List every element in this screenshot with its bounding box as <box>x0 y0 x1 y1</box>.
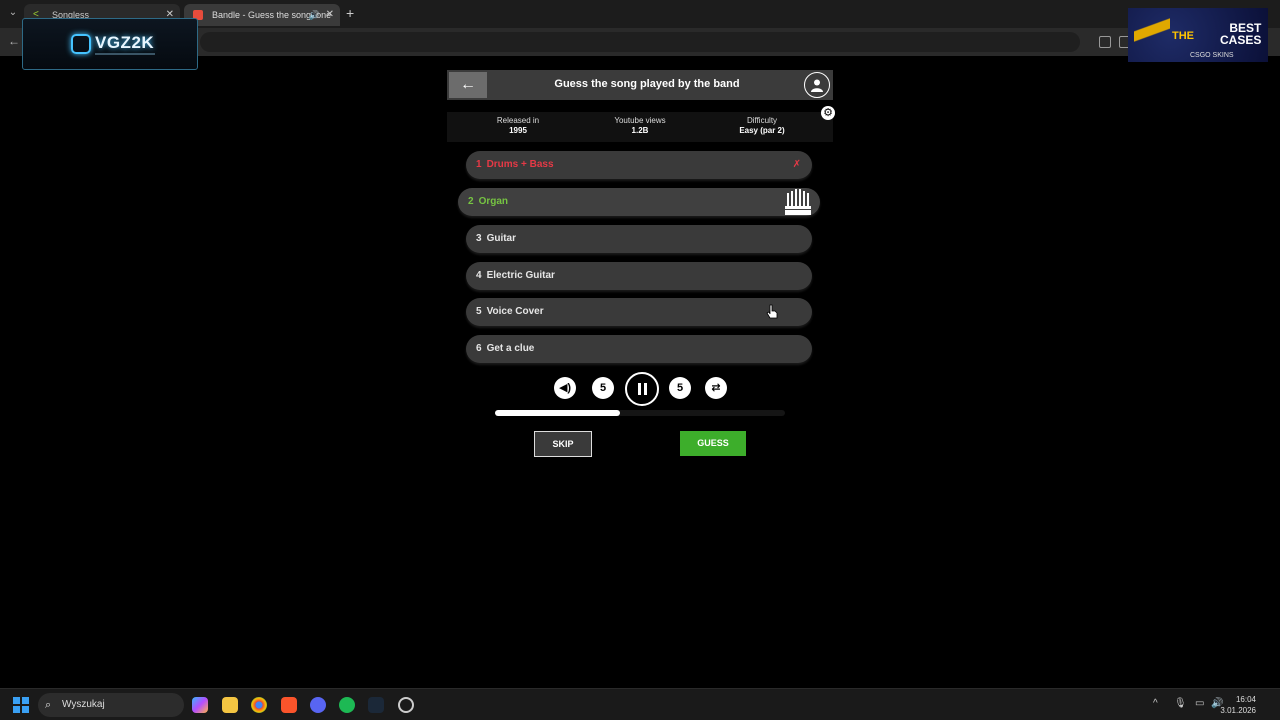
sponsor-ad-overlay: THE BEST CASES CSGO SKINS <box>1128 8 1268 62</box>
url-field[interactable] <box>200 32 1080 52</box>
playback-progress-bar[interactable] <box>495 410 785 416</box>
shuffle-off-icon[interactable]: ⇄ <box>705 377 727 399</box>
info-value: 1995 <box>509 126 527 135</box>
clue-label: Guitar <box>486 233 517 244</box>
clue-drums-bass[interactable]: 1 Drums + Bass ✗ <box>466 151 812 179</box>
wrong-guess-icon: ✗ <box>792 159 801 170</box>
clue-label: Electric Guitar <box>486 270 555 281</box>
clue-voice-cover[interactable]: 5 Voice Cover <box>466 298 812 326</box>
tab-search-dropdown-icon[interactable]: ⌄ <box>6 6 20 20</box>
brave-icon[interactable] <box>281 697 297 713</box>
chrome-icon[interactable] <box>251 697 267 713</box>
clue-electric-guitar[interactable]: 4 Electric Guitar <box>466 262 812 290</box>
info-difficulty: Difficulty Easy (par 2) <box>712 116 812 136</box>
spotify-icon[interactable] <box>339 697 355 713</box>
taskbar-search-box[interactable]: ⌕ Wyszukaj <box>38 693 184 717</box>
microphone-icon[interactable]: 🎙 <box>1174 698 1187 709</box>
pause-icon <box>644 383 647 395</box>
clue-label: Drums + Bass <box>486 159 554 170</box>
display-icon[interactable]: ▭ <box>1195 698 1204 709</box>
copilot-icon[interactable] <box>192 697 208 713</box>
forward-5-icon[interactable]: 5 <box>669 377 691 399</box>
knife-graphic <box>1134 8 1170 52</box>
close-tab-icon[interactable]: ✕ <box>326 4 334 26</box>
game-header: ← Guess the song played by the band <box>447 70 833 100</box>
organ-icon <box>784 189 812 227</box>
skip-button[interactable]: SKIP <box>534 431 592 457</box>
clue-number: 4 <box>476 270 482 281</box>
song-info-row: Released in 1995 Youtube views 1.2B Diff… <box>447 112 833 142</box>
rewind-5-icon[interactable]: 5 <box>592 377 614 399</box>
clue-label: Get a clue <box>486 343 535 354</box>
tab-bandle[interactable]: Bandle - Guess the song, one 🔊 ✕ <box>184 4 340 26</box>
tab-audio-icon[interactable]: 🔊 <box>309 4 320 26</box>
clue-label: Organ <box>478 196 509 207</box>
clue-number: 2 <box>468 196 474 207</box>
stream-logo-overlay: VGZ2K <box>22 18 198 70</box>
guess-button[interactable]: GUESS <box>680 431 746 456</box>
windows-taskbar: ⌕ Wyszukaj ^ 🎙 ▭ 🔊 16:04 3.01.2026 <box>0 688 1280 720</box>
logo-text: VGZ2K <box>95 33 155 52</box>
user-icon <box>811 79 823 92</box>
info-youtube-views: Youtube views 1.2B <box>590 116 690 136</box>
clue-number: 1 <box>476 159 482 170</box>
windows-start-icon[interactable] <box>13 697 29 713</box>
info-value: 1.2B <box>631 126 649 135</box>
clock-date: 3.01.2026 <box>1220 706 1256 715</box>
discord-icon[interactable] <box>310 697 326 713</box>
clue-number: 5 <box>476 306 482 317</box>
clue-guitar[interactable]: 3 Guitar <box>466 225 812 253</box>
clue-number: 6 <box>476 343 482 354</box>
logo-underline <box>95 53 155 55</box>
logo-icon <box>71 34 91 54</box>
search-icon: ⌕ <box>45 699 52 711</box>
ad-line-1: THE <box>1172 30 1194 42</box>
ad-line-3: CASES <box>1220 33 1262 47</box>
pause-button[interactable] <box>625 372 659 406</box>
search-placeholder: Wyszukaj <box>62 699 105 710</box>
volume-icon[interactable]: ◀) <box>554 377 576 399</box>
app-icon[interactable] <box>398 697 414 713</box>
hand-cursor-icon <box>766 304 778 319</box>
clue-label: Voice Cover <box>486 306 544 317</box>
file-explorer-icon[interactable] <box>222 697 238 713</box>
playback-controls: ◀) 5 5 ⇄ <box>447 372 833 406</box>
info-label: Youtube views <box>614 116 666 125</box>
new-tab-button[interactable]: + <box>346 5 354 21</box>
progress-fill <box>495 410 620 416</box>
browser-back-icon[interactable]: ← <box>8 34 20 48</box>
ad-headline: BEST CASES <box>1220 22 1261 46</box>
profile-button[interactable] <box>804 72 830 98</box>
tray-overflow-icon[interactable]: ^ <box>1153 698 1158 709</box>
info-label: Difficulty <box>746 116 778 125</box>
clue-get-a-clue[interactable]: 6 Get a clue <box>466 335 812 363</box>
ad-brand: CSGO SKINS <box>1190 52 1234 59</box>
steam-icon[interactable] <box>368 697 384 713</box>
system-clock[interactable]: 16:04 3.01.2026 <box>1220 694 1256 716</box>
info-value: Easy (par 2) <box>739 126 785 135</box>
translate-icon[interactable] <box>1099 36 1111 48</box>
pause-icon <box>638 383 641 395</box>
info-label: Released in <box>496 116 540 125</box>
game-title: Guess the song played by the band <box>554 78 740 90</box>
info-released: Released in 1995 <box>468 116 568 136</box>
clock-time: 16:04 <box>1235 695 1256 704</box>
clue-number: 3 <box>476 233 482 244</box>
settings-gear-icon[interactable]: ⚙ <box>821 106 835 120</box>
clue-organ[interactable]: 2 Organ <box>458 188 820 216</box>
